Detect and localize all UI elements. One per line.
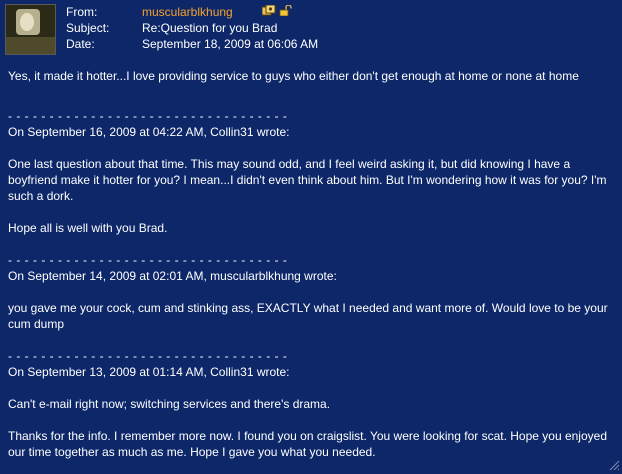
sender-name-link[interactable]: muscularblkhung	[142, 4, 233, 20]
message-header: From: muscularblkhung Subject: Re:Questi…	[0, 0, 622, 62]
date-label: Date:	[66, 37, 95, 51]
quoted-text: Can't e-mail right now; switching servic…	[8, 397, 331, 411]
quote-header: On September 16, 2009 at 04:22 AM, Colli…	[8, 125, 290, 139]
quoted-closing: Hope all is well with you Brad.	[8, 221, 168, 235]
quote-separator: - - - - - - - - - - - - - - - - - - - - …	[8, 349, 288, 363]
quote-header: On September 14, 2009 at 02:01 AM, muscu…	[8, 269, 337, 283]
from-label: From:	[66, 5, 98, 19]
subject-label: Subject:	[66, 21, 110, 35]
subject-value: Re:Question for you Brad	[142, 21, 278, 35]
unlock-icon[interactable]	[279, 4, 293, 17]
quoted-text: you gave me your cock, cum and stinking …	[8, 301, 608, 331]
quote-header: On September 13, 2009 at 01:14 AM, Colli…	[8, 365, 290, 379]
date-value: September 18, 2009 at 06:06 AM	[142, 37, 319, 51]
quoted-text: Thanks for the info. I remember more now…	[8, 429, 607, 459]
quote-separator: - - - - - - - - - - - - - - - - - - - - …	[8, 109, 288, 123]
message-body: Yes, it made it hotter...I love providin…	[8, 68, 616, 460]
resize-grip-icon[interactable]	[606, 457, 620, 471]
quoted-text: One last question about that time. This …	[8, 157, 607, 203]
reply-text: Yes, it made it hotter...I love providin…	[8, 69, 579, 83]
quote-separator: - - - - - - - - - - - - - - - - - - - - …	[8, 253, 288, 267]
sender-avatar[interactable]	[5, 4, 56, 55]
photos-icon[interactable]	[261, 4, 276, 16]
